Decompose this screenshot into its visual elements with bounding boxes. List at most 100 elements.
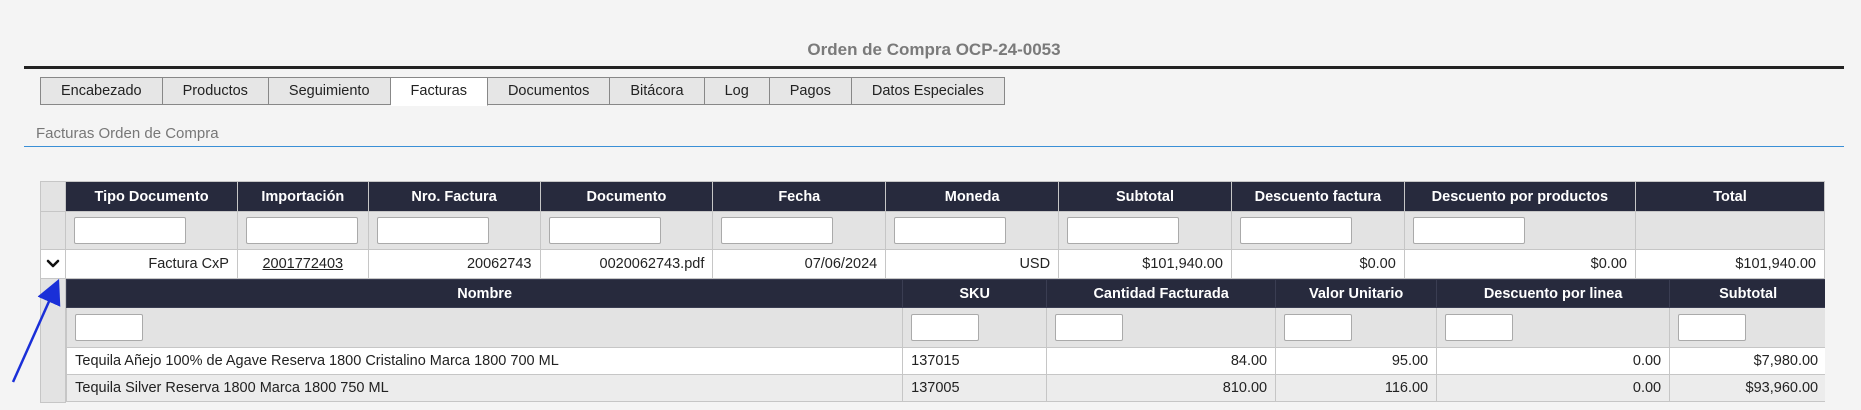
cell-valor-unitario: 95.00: [1275, 347, 1438, 375]
section-divider: [24, 146, 1844, 147]
invoice-row[interactable]: Factura CxP 2001772403 20062743 00200627…: [39, 249, 1826, 279]
filter-cell: [539, 211, 714, 250]
col-importacion[interactable]: Importación: [236, 181, 369, 212]
filter-cell: [885, 211, 1060, 250]
line-item-row[interactable]: Tequila Silver Reserva 1800 Marca 1800 7…: [66, 374, 1825, 402]
cell-line-subtotal: $7,980.00: [1669, 347, 1825, 375]
cell-cantidad: 84.00: [1046, 347, 1277, 375]
tab-bitacora[interactable]: Bitácora: [610, 77, 705, 105]
filter-cell: [367, 211, 541, 250]
cell-tipo-documento: Factura CxP: [65, 249, 238, 279]
importacion-link[interactable]: 2001772403: [262, 256, 343, 272]
filter-cell: [1230, 211, 1405, 250]
cell-cantidad: 810.00: [1046, 374, 1277, 402]
filter-cell: [1669, 307, 1825, 348]
col-descuento-factura[interactable]: Descuento factura: [1230, 181, 1405, 212]
cell-fecha: 07/06/2024: [712, 249, 887, 279]
cell-nombre: Tequila Silver Reserva 1800 Marca 1800 7…: [66, 374, 904, 402]
col-cantidad-facturada[interactable]: Cantidad Facturada: [1046, 279, 1277, 308]
cell-nro-factura: 20062743: [367, 249, 541, 279]
col-documento[interactable]: Documento: [539, 181, 714, 212]
filter-moneda-input[interactable]: [894, 217, 1007, 244]
filter-cell: [1634, 211, 1826, 250]
col-nro-factura[interactable]: Nro. Factura: [367, 181, 541, 212]
title-divider: [24, 66, 1844, 69]
filter-cell: [1436, 307, 1671, 348]
filter-nombre-input[interactable]: [75, 314, 144, 341]
filter-gutter: [39, 211, 67, 250]
filter-descuento-factura-input[interactable]: [1239, 217, 1352, 244]
cell-line-subtotal: $93,960.00: [1669, 374, 1825, 402]
tab-seguimiento[interactable]: Seguimiento: [268, 77, 391, 105]
col-subtotal[interactable]: Subtotal: [1058, 181, 1232, 212]
filter-cell: [66, 307, 904, 348]
filter-importacion-input[interactable]: [245, 217, 358, 244]
cell-importacion: 2001772403: [236, 249, 369, 279]
cell-total: $101,940.00: [1634, 249, 1826, 279]
cell-sku: 137005: [902, 374, 1048, 402]
invoice-detail-row: Nombre SKU Cantidad Facturada Valor Unit…: [39, 278, 1825, 403]
lines-header-row: Nombre SKU Cantidad Facturada Valor Unit…: [66, 279, 1825, 308]
filter-sku-input[interactable]: [911, 314, 980, 341]
expand-toggle[interactable]: [42, 251, 65, 278]
detail-gutter: [39, 278, 67, 403]
cell-nombre: Tequila Añejo 100% de Agave Reserva 1800…: [66, 347, 904, 375]
cell-subtotal: $101,940.00: [1058, 249, 1232, 279]
col-nombre[interactable]: Nombre: [66, 279, 904, 308]
col-moneda[interactable]: Moneda: [885, 181, 1060, 212]
section-title: Facturas Orden de Compra: [36, 125, 219, 142]
tab-encabezado[interactable]: Encabezado: [40, 77, 163, 105]
col-descuento-linea[interactable]: Descuento por linea: [1436, 279, 1671, 308]
line-item-row[interactable]: Tequila Añejo 100% de Agave Reserva 1800…: [66, 347, 1825, 375]
cell-moneda: USD: [885, 249, 1060, 279]
invoices-table: Tipo Documento Importación Nro. Factura …: [39, 181, 1826, 403]
filter-tipo-documento-input[interactable]: [74, 217, 187, 244]
cell-descuento-linea: 0.00: [1436, 374, 1671, 402]
filter-cell: [1058, 211, 1232, 250]
cell-descuento-linea: 0.00: [1436, 347, 1671, 375]
expand-cell: [39, 249, 67, 279]
filter-cantidad-input[interactable]: [1055, 314, 1124, 341]
col-descuento-productos[interactable]: Descuento por productos: [1403, 181, 1636, 212]
filter-cell: [1275, 307, 1438, 348]
chevron-down-icon[interactable]: [46, 259, 60, 269]
lines-filter-row: [66, 307, 1825, 348]
invoice-lines-table: Nombre SKU Cantidad Facturada Valor Unit…: [66, 279, 1825, 402]
filter-cell: [236, 211, 369, 250]
col-total[interactable]: Total: [1634, 181, 1826, 212]
filter-cell: [1403, 211, 1636, 250]
tab-pagos[interactable]: Pagos: [769, 77, 852, 105]
filter-line-subtotal-input[interactable]: [1678, 314, 1747, 341]
page-title: Orden de Compra OCP-24-0053: [807, 40, 1061, 59]
col-tipo-documento[interactable]: Tipo Documento: [65, 181, 238, 212]
filter-fecha-input[interactable]: [721, 217, 834, 244]
cell-sku: 137015: [902, 347, 1048, 375]
invoices-filter-row: [39, 211, 1826, 250]
detail-container: Nombre SKU Cantidad Facturada Valor Unit…: [66, 279, 1825, 402]
tab-facturas[interactable]: Facturas: [390, 77, 488, 106]
filter-nro-factura-input[interactable]: [376, 217, 489, 244]
cell-documento: 0020062743.pdf: [539, 249, 714, 279]
filter-valor-unitario-input[interactable]: [1284, 314, 1353, 341]
filter-descuento-productos-input[interactable]: [1412, 217, 1525, 244]
filter-descuento-linea-input[interactable]: [1445, 314, 1514, 341]
filter-cell: [1046, 307, 1277, 348]
col-fecha[interactable]: Fecha: [712, 181, 887, 212]
tab-documentos[interactable]: Documentos: [487, 77, 611, 105]
cell-valor-unitario: 116.00: [1275, 374, 1438, 402]
filter-cell: [902, 307, 1048, 348]
header-gutter: [39, 181, 67, 212]
tab-datos-especiales[interactable]: Datos Especiales: [851, 77, 1005, 105]
cell-descuento-productos: $0.00: [1403, 249, 1636, 279]
tab-log[interactable]: Log: [704, 77, 770, 105]
filter-documento-input[interactable]: [548, 217, 661, 244]
tab-bar: Encabezado Productos Seguimiento Factura…: [40, 77, 1005, 106]
tab-productos[interactable]: Productos: [162, 77, 269, 105]
col-sku[interactable]: SKU: [902, 279, 1048, 308]
filter-cell: [712, 211, 887, 250]
cell-descuento-factura: $0.00: [1230, 249, 1405, 279]
col-line-subtotal[interactable]: Subtotal: [1669, 279, 1825, 308]
invoices-header-row: Tipo Documento Importación Nro. Factura …: [39, 181, 1826, 212]
col-valor-unitario[interactable]: Valor Unitario: [1275, 279, 1438, 308]
filter-subtotal-input[interactable]: [1067, 217, 1180, 244]
